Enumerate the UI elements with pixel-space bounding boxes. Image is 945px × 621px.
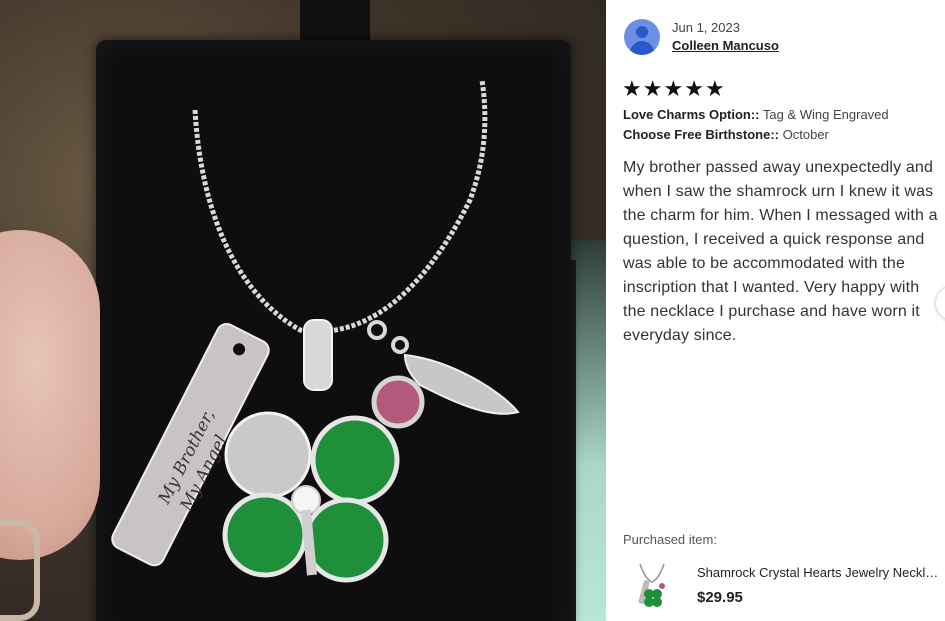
product-title-link[interactable]: Shamrock Crystal Hearts Jewelry Necklace [697,565,945,580]
review-date: Jun 1, 2023 [672,20,740,35]
option-label: Love Charms Option:: [623,107,760,122]
option-love-charms: Love Charms Option:: Tag & Wing Engraved [623,107,889,122]
reviewer-name-link[interactable]: Colleen Mancuso [672,38,779,53]
option-value: October [782,127,829,142]
product-price: $29.95 [697,589,743,606]
star-icon: ★ [642,76,663,101]
product-thumbnail[interactable] [634,562,670,612]
star-icon: ★ [684,76,704,101]
chain [192,79,488,334]
option-label: Choose Free Birthstone:: [623,127,780,142]
star-rating: ★ ★ ★ ★ ★ [622,78,725,100]
option-value: Tag & Wing Engraved [762,107,889,122]
option-birthstone: Choose Free Birthstone:: October [623,127,829,142]
star-icon: ★ [663,76,684,101]
avatar[interactable] [624,19,660,55]
review-photo[interactable]: My Brother, My Angel [0,0,606,621]
avatar-body [630,41,654,55]
review-text: My brother passed away unexpectedly and … [623,159,938,344]
review-panel: Jun 1, 2023 Colleen Mancuso ★ ★ ★ ★ ★ Lo… [606,0,945,621]
star-icon: ★ [622,76,642,101]
avatar-head [636,26,648,38]
star-icon: ★ [704,76,725,101]
purchased-item-label: Purchased item: [623,532,717,547]
necklace-illustration: My Brother, My Angel [111,79,520,583]
